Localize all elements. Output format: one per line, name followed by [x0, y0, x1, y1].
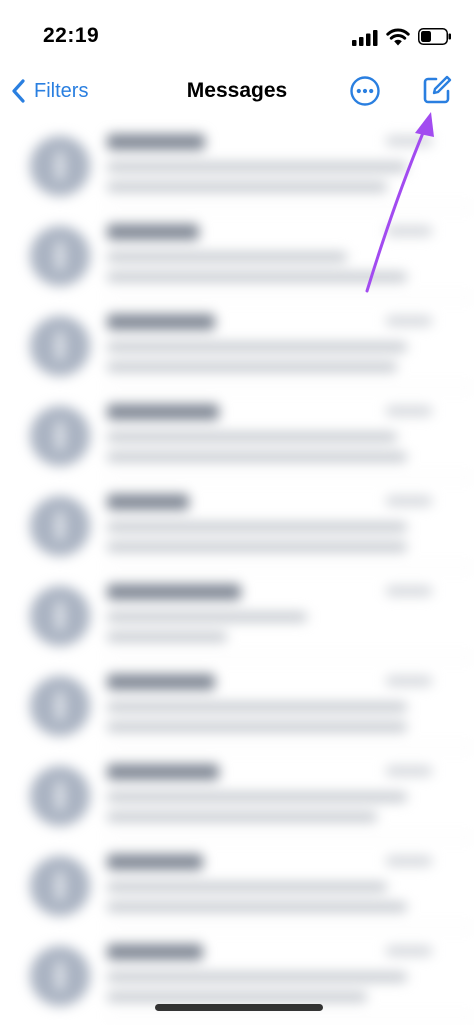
message-time-blurred: [386, 496, 432, 506]
sender-name-blurred: [107, 314, 215, 330]
message-time-blurred: [386, 946, 432, 956]
message-preview-blurred: [107, 702, 407, 712]
sender-name-blurred: [107, 404, 219, 420]
message-preview-blurred: [107, 992, 367, 1002]
message-row[interactable]: [0, 658, 474, 748]
message-preview-blurred: [107, 252, 347, 262]
message-time-blurred: [386, 856, 432, 866]
contact-avatar-icon: [30, 136, 90, 196]
message-row[interactable]: [0, 298, 474, 388]
message-preview-blurred: [107, 972, 407, 982]
navigation-bar: Filters Messages: [0, 70, 474, 116]
message-preview-blurred: [107, 812, 377, 822]
message-preview-blurred: [107, 522, 407, 532]
compose-icon[interactable]: [421, 74, 453, 106]
sender-name-blurred: [107, 674, 215, 690]
battery-icon: [418, 28, 451, 45]
status-time: 22:19: [43, 24, 100, 47]
status-bar: 22:19: [0, 0, 474, 70]
message-row[interactable]: [0, 388, 474, 478]
contact-avatar-icon: [30, 856, 90, 916]
message-preview-blurred: [107, 902, 407, 912]
message-row[interactable]: [0, 478, 474, 568]
sender-name-blurred: [107, 944, 203, 960]
page-title: Messages: [186, 79, 288, 102]
contact-avatar-icon: [30, 226, 90, 286]
message-time-blurred: [386, 316, 432, 326]
contact-avatar-icon: [30, 586, 90, 646]
message-preview-blurred: [107, 612, 307, 622]
message-time-blurred: [386, 226, 432, 236]
sender-name-blurred: [107, 494, 189, 510]
message-row[interactable]: [0, 748, 474, 838]
message-preview-blurred: [107, 452, 407, 462]
sender-name-blurred: [107, 584, 241, 600]
message-time-blurred: [386, 136, 432, 146]
message-preview-blurred: [107, 162, 407, 172]
contact-avatar-icon: [30, 406, 90, 466]
message-preview-blurred: [107, 632, 227, 642]
sender-name-blurred: [107, 134, 205, 150]
message-preview-blurred: [107, 722, 407, 732]
message-preview-blurred: [107, 272, 407, 282]
message-preview-blurred: [107, 362, 397, 372]
message-time-blurred: [386, 676, 432, 686]
message-preview-blurred: [107, 792, 407, 802]
contact-avatar-icon: [30, 316, 90, 376]
row-divider: [107, 1017, 474, 1018]
ellipsis-circle-icon[interactable]: [349, 75, 381, 107]
message-time-blurred: [386, 766, 432, 776]
message-list: [0, 118, 474, 1025]
message-preview-blurred: [107, 432, 397, 442]
message-preview-blurred: [107, 342, 407, 352]
home-indicator: [155, 1004, 323, 1011]
contact-avatar-icon: [30, 766, 90, 826]
sender-name-blurred: [107, 764, 219, 780]
contact-avatar-icon: [30, 946, 90, 1006]
message-preview-blurred: [107, 542, 407, 552]
cellular-signal-icon: [352, 30, 378, 46]
sender-name-blurred: [107, 854, 203, 870]
contact-avatar-icon: [30, 676, 90, 736]
wifi-icon: [386, 28, 410, 46]
message-time-blurred: [386, 406, 432, 416]
message-preview-blurred: [107, 882, 387, 892]
message-row[interactable]: [0, 568, 474, 658]
message-preview-blurred: [107, 182, 387, 192]
message-time-blurred: [386, 586, 432, 596]
contact-avatar-icon: [30, 496, 90, 556]
message-row[interactable]: [0, 838, 474, 928]
message-row[interactable]: [0, 208, 474, 298]
sender-name-blurred: [107, 224, 199, 240]
message-row[interactable]: [0, 118, 474, 208]
